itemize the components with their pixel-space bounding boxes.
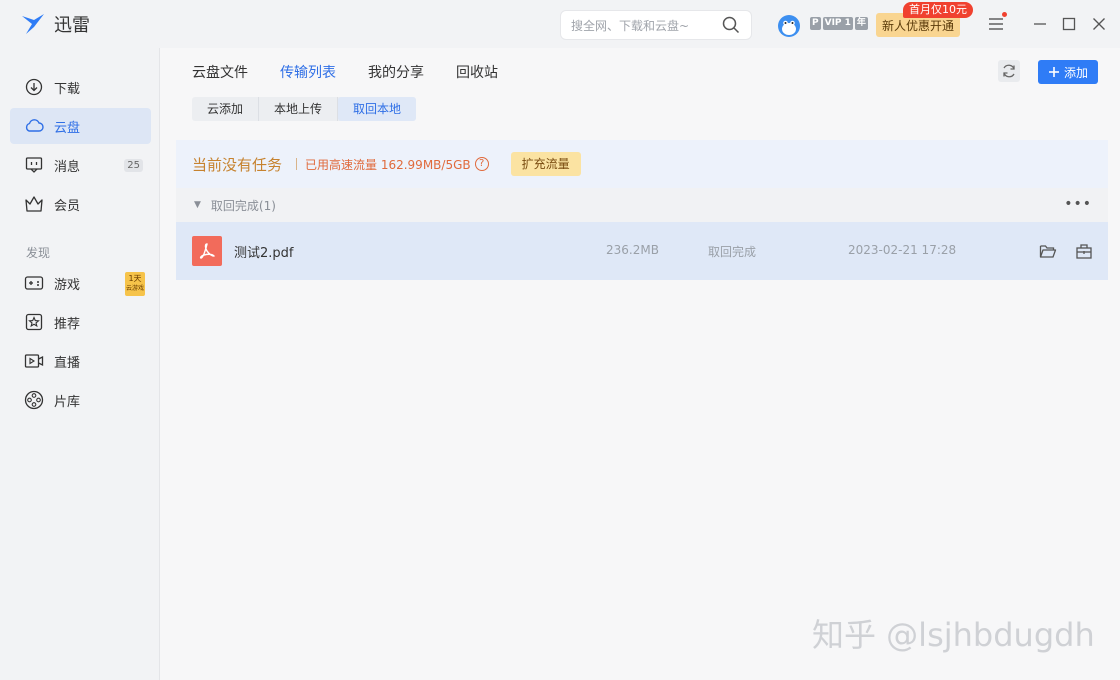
sidebar-item-label: 直播: [54, 355, 81, 371]
sidebar-item-games[interactable]: 游戏 1天 云游戏: [10, 265, 151, 301]
subtab-local-upload[interactable]: 本地上传: [259, 97, 339, 121]
file-time: 2023-02-21 17:28: [848, 243, 957, 257]
game-badge-top: 1天: [128, 274, 142, 283]
sidebar-item-label: 云盘: [54, 120, 81, 136]
vip-badge: P VIP 1 年: [810, 17, 868, 30]
app-title: 迅雷: [54, 15, 90, 36]
crown-icon: [24, 194, 44, 214]
live-icon: [24, 351, 44, 371]
menu-icon[interactable]: [986, 14, 1006, 34]
sidebar-item-cloud[interactable]: 云盘: [10, 108, 151, 144]
sidebar-item-live[interactable]: 直播: [10, 343, 151, 379]
refresh-button[interactable]: [998, 60, 1020, 82]
subtab-retrieve-local[interactable]: 取回本地: [338, 97, 417, 121]
sidebar-item-messages[interactable]: 消息 25: [10, 147, 151, 183]
maximize-icon[interactable]: [1059, 14, 1079, 34]
title-bar: 迅雷 搜全网、下载和云盘~ P VIP 1 年 新人优惠开通 首月仅10元: [0, 0, 1120, 48]
avatar[interactable]: [776, 12, 802, 38]
sidebar-item-label: 片库: [54, 394, 81, 410]
star-icon: [24, 312, 44, 332]
download-icon: [24, 77, 44, 97]
tab-my-shares[interactable]: 我的分享: [368, 62, 424, 82]
file-status: 取回完成: [708, 245, 757, 259]
group-label: 取回完成(1): [210, 198, 276, 213]
more-icon[interactable]: •••: [1064, 196, 1092, 212]
tab-recycle-bin[interactable]: 回收站: [456, 62, 498, 82]
vip-level-label: VIP 1: [822, 17, 853, 30]
expand-traffic-button[interactable]: 扩充流量: [510, 152, 581, 176]
tab-cloud-files[interactable]: 云盘文件: [192, 62, 248, 82]
cloud-icon: [24, 116, 44, 136]
close-icon[interactable]: [1089, 14, 1109, 34]
open-folder-icon[interactable]: [1038, 241, 1058, 261]
sidebar-item-library[interactable]: 片库: [10, 382, 151, 418]
help-icon[interactable]: ?: [474, 157, 489, 171]
main-tabs: 云盘文件 传输列表 我的分享 回收站: [192, 62, 498, 82]
minimize-icon[interactable]: [1030, 14, 1050, 34]
plus-icon: [1048, 67, 1059, 77]
main-panel: 云盘文件 传输列表 我的分享 回收站 云添加 本地上传 取回本地 添加 当前没有…: [160, 48, 1120, 680]
refresh-icon: [1003, 64, 1015, 78]
tab-transfer-list[interactable]: 传输列表: [280, 62, 336, 82]
vip-year-label: 年: [854, 17, 868, 30]
game-promo-badge[interactable]: 1天 云游戏: [125, 272, 145, 296]
search-box[interactable]: 搜全网、下载和云盘~: [560, 10, 752, 40]
toolbox-icon[interactable]: [1074, 241, 1094, 261]
pdf-file-icon: [192, 236, 222, 266]
app-logo: 迅雷: [20, 11, 90, 37]
group-header[interactable]: ▼ 取回完成(1) •••: [176, 188, 1108, 222]
add-button[interactable]: 添加: [1038, 60, 1098, 84]
watermark: 知乎 @lsjhbdugdh: [812, 616, 1095, 654]
file-name: 测试2.pdf: [234, 246, 294, 261]
message-count-badge: 25: [124, 158, 143, 172]
sidebar-item-label: 下载: [54, 81, 81, 97]
sidebar-item-recommend[interactable]: 推荐: [10, 304, 151, 340]
file-size: 236.2MB: [606, 243, 659, 257]
traffic-usage: 已用高速流量 162.99MB/5GB ?: [305, 156, 489, 173]
transfer-subtabs: 云添加 本地上传 取回本地: [192, 97, 417, 121]
caret-down-icon[interactable]: ▼: [194, 200, 201, 210]
banner-title: 当前没有任务: [192, 155, 283, 174]
gamepad-icon: [24, 273, 44, 293]
add-button-label: 添加: [1063, 65, 1088, 80]
sidebar-item-label: 游戏: [54, 277, 81, 293]
promo-tag: 首月仅10元: [903, 2, 973, 18]
subtab-cloud-add[interactable]: 云添加: [192, 97, 260, 121]
film-icon: [24, 390, 44, 410]
table-row[interactable]: 测试2.pdf 236.2MB 取回完成 2023-02-21 17:28: [176, 222, 1108, 280]
search-input[interactable]: 搜全网、下载和云盘~: [571, 17, 721, 34]
sidebar: 下载 云盘 消息 25 会员 发现 游戏 1天 云游戏 推荐 直播 片库: [0, 48, 160, 680]
notification-dot: [1002, 12, 1007, 17]
discover-section-title: 发现: [26, 246, 51, 260]
sidebar-item-label: 会员: [54, 198, 81, 214]
sidebar-item-label: 推荐: [54, 316, 81, 332]
traffic-usage-text: 已用高速流量 162.99MB/5GB: [305, 157, 471, 172]
sidebar-item-download[interactable]: 下载: [10, 69, 151, 105]
vip-p-label: P: [810, 17, 821, 30]
game-badge-bottom: 云游戏: [125, 285, 144, 292]
thunder-bird-icon: [22, 14, 44, 34]
sidebar-item-label: 消息: [54, 159, 81, 175]
status-banner: 当前没有任务 已用高速流量 162.99MB/5GB ? 扩充流量: [176, 140, 1108, 188]
search-icon[interactable]: [721, 15, 741, 35]
sidebar-item-vip[interactable]: 会员: [10, 186, 151, 222]
banner-divider: [296, 158, 298, 170]
message-icon: [24, 155, 44, 175]
